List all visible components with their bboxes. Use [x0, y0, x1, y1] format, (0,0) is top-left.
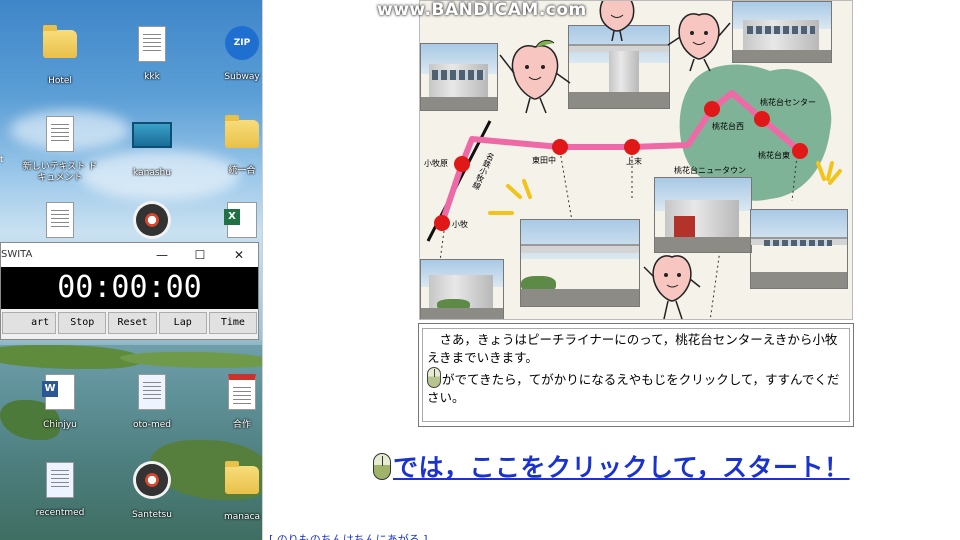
peach-mascot-icon — [499, 39, 571, 114]
desktop-icon-media[interactable] — [114, 198, 190, 248]
stop-button[interactable]: Stop — [58, 312, 107, 334]
desktop-icon-gassaku[interactable]: 合作 — [204, 370, 262, 431]
text-document-icon — [46, 202, 74, 238]
partial-icon-label: t — [0, 155, 4, 165]
photo-train-viaduct[interactable] — [750, 209, 848, 289]
station-label: 桃花台東 — [758, 151, 790, 160]
bandicam-watermark: www.BANDICAM.com — [377, 0, 587, 20]
stopwatch-time-display: 00:00:00 — [1, 267, 258, 309]
station-marker-kamisue[interactable] — [624, 139, 640, 155]
zip-icon: ZIP — [225, 26, 259, 60]
media-disc-icon — [136, 464, 168, 496]
photo-station-entrance[interactable] — [654, 177, 752, 253]
desktop-icon-toitsu[interactable]: 統一合 — [204, 112, 262, 177]
text-document-icon — [138, 26, 166, 62]
instruction-line-1: さあ，きょうはピーチライナーにのって，桃花台センターえきから小牧えきまでいきます… — [427, 332, 838, 365]
route-map[interactable]: 小牧原 東田中 上末 桃花台西 桃花台センター 桃花台東 小牧 桃花台ニュータウ… — [419, 0, 853, 320]
desktop-icon-chinjyu[interactable]: W Chinjyu — [22, 370, 98, 431]
lap-button[interactable]: Lap — [158, 312, 207, 334]
mouse-icon — [427, 367, 441, 388]
desktop-icon-oto-med[interactable]: oto-med — [114, 370, 190, 431]
desktop-icon-manaca[interactable]: manaca — [204, 458, 262, 523]
photo-station-building[interactable] — [420, 43, 498, 111]
instruction-line-2: がでてきたら，てがかりになるえやもじをクリックして，すすんでください。 — [427, 372, 840, 405]
leader-line — [559, 150, 573, 222]
station-marker-tokadai-center[interactable] — [754, 111, 770, 127]
peach-mascot-icon — [599, 1, 635, 41]
desktop: Hotel kkk ZIP Subway t 新しいテキスト ドキュメント ka… — [0, 0, 262, 540]
station-label: 小牧原 — [424, 159, 448, 168]
excel-icon: X — [224, 202, 257, 238]
desktop-icon-excel[interactable]: X — [204, 198, 262, 246]
grass — [0, 345, 140, 369]
station-label: 桃花台センター — [760, 98, 816, 107]
photo-tokadai-center-station[interactable] — [732, 1, 832, 63]
instruction-box: さあ，きょうはピーチライナーにのって，桃花台センターえきから小牧えきまでいきます… — [418, 323, 854, 427]
station-marker-higashitanaka[interactable] — [552, 139, 568, 155]
station-label: 東田中 — [532, 156, 556, 165]
word-document-icon: W — [42, 374, 75, 410]
folder-icon — [225, 115, 259, 148]
stopwatch-title: SWITA — [1, 249, 33, 260]
newtown-label: 桃花台ニュータウン — [674, 166, 746, 175]
station-marker-tokadai-higashi[interactable] — [792, 143, 808, 159]
stopwatch-titlebar[interactable]: SWITA — ☐ ✕ — [1, 243, 258, 267]
station-marker-komakihara[interactable] — [454, 156, 470, 172]
station-label: 上末 — [626, 157, 642, 166]
station-marker-tokadai-nishi[interactable] — [704, 101, 720, 117]
start-link[interactable]: では，ここをクリックして，スタート！ — [393, 448, 850, 484]
peach-mascot-icon — [667, 13, 731, 72]
close-icon[interactable]: ✕ — [221, 243, 257, 267]
time-button[interactable]: Time — [208, 312, 258, 334]
desktop-icon-subway[interactable]: ZIP Subway — [204, 22, 262, 83]
desktop-icon-kkk[interactable]: kkk — [114, 22, 190, 83]
text-document-icon — [46, 116, 74, 152]
folder-icon — [43, 25, 77, 58]
minimize-icon[interactable]: — — [144, 243, 180, 267]
start-row: では，ここをクリックして，スタート！ — [373, 448, 850, 484]
audio-file-icon — [46, 462, 74, 498]
start-button[interactable]: art — [2, 312, 57, 334]
photo-komaki-station[interactable] — [420, 259, 504, 319]
reset-button[interactable]: Reset — [108, 312, 157, 334]
desktop-icon-recentmed[interactable]: recentmed — [22, 458, 98, 519]
photo-komakihara-viaduct[interactable] — [520, 219, 640, 307]
station-label: 桃花台西 — [712, 122, 744, 131]
desktop-icon-santetsu[interactable]: Santetsu — [114, 458, 190, 521]
desktop-icon-hotel[interactable]: Hotel — [22, 22, 98, 87]
instruction-line-2-wrap: がでてきたら，てがかりになるえやもじをクリックして，すすんでください。 — [427, 367, 840, 405]
folder-icon — [225, 461, 259, 494]
station-marker-komaki[interactable] — [434, 215, 450, 231]
desktop-icon-kanashu[interactable]: kanashu — [114, 112, 190, 179]
instruction-text-frame: さあ，きょうはピーチライナーにのって，桃花台センターえきから小牧えきまでいきます… — [422, 328, 850, 422]
peach-mascot-icon — [643, 255, 701, 319]
bottom-nav-link[interactable]: [ のりものちんはちんにあがろ ] — [269, 531, 428, 540]
maximize-icon[interactable]: ☐ — [182, 243, 218, 267]
stopwatch-window[interactable]: SWITA — ☐ ✕ 00:00:00 art Stop Reset Lap … — [0, 242, 259, 340]
desktop-icon-document[interactable] — [22, 198, 98, 246]
media-disc-icon — [136, 204, 168, 236]
application-icon — [132, 122, 172, 148]
mouse-icon — [373, 452, 391, 480]
station-label: 小牧 — [452, 220, 468, 229]
stopwatch-button-bar: art Stop Reset Lap Time — [1, 309, 258, 337]
desktop-icon-new-text-document[interactable]: 新しいテキスト ドキュメント — [22, 112, 98, 184]
presentation-file-icon — [228, 374, 256, 410]
audio-file-icon — [138, 374, 166, 410]
web-page: 小牧原 東田中 上末 桃花台西 桃花台センター 桃花台東 小牧 桃花台ニュータウ… — [262, 0, 960, 540]
leader-line — [439, 230, 445, 262]
